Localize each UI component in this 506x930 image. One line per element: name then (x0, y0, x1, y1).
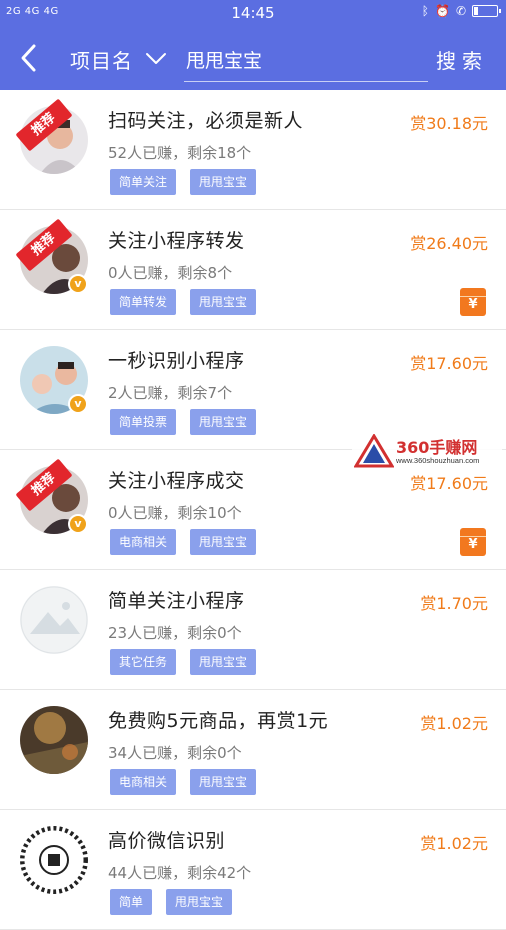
tag-publisher[interactable]: 甩甩宝宝 (166, 889, 233, 915)
task-stats: 0人已赚，剩余8个 (108, 264, 233, 282)
tag-category[interactable]: 简单转发 (110, 289, 177, 315)
avatar: v (20, 346, 88, 414)
task-tags: 电商相关 甩甩宝宝 (110, 769, 257, 795)
avatar (20, 826, 88, 894)
nav-bar: 项目名 搜索 (0, 28, 506, 90)
task-tags: 其它任务 甩甩宝宝 (110, 649, 257, 675)
task-item[interactable]: 免费购5元商品，再赏1元 赏1.02元 34人已赚，剩余0个 电商相关 甩甩宝宝 (0, 690, 506, 810)
task-stats: 2人已赚，剩余7个 (108, 384, 233, 402)
task-tags: 简单投票 甩甩宝宝 (110, 409, 257, 435)
task-reward: 赏17.60元 (410, 354, 488, 373)
task-stats: 44人已赚，剩余42个 (108, 864, 252, 882)
task-item[interactable]: 简单关注小程序 赏1.70元 23人已赚，剩余0个 其它任务 甩甩宝宝 (0, 570, 506, 690)
search-button[interactable]: 搜索 (436, 45, 488, 74)
tag-publisher[interactable]: 甩甩宝宝 (190, 769, 257, 795)
watermark-name: 360手赚网 (396, 438, 478, 457)
avatar (20, 706, 88, 774)
task-item[interactable]: 高价微信识别 赏1.02元 44人已赚，剩余42个 简单 甩甩宝宝 (0, 810, 506, 930)
status-icons: ᛒ ⏰ ✆ (421, 4, 501, 18)
watermark: 360手赚网 www.360shouzhuan.com (352, 432, 502, 470)
verified-badge: v (68, 514, 88, 534)
task-reward: 赏30.18元 (410, 114, 488, 133)
task-stats: 52人已赚，剩余18个 (108, 144, 252, 162)
bluetooth-icon: ᛒ (421, 4, 429, 18)
tag-publisher[interactable]: 甩甩宝宝 (190, 289, 257, 315)
task-tags: 电商相关 甩甩宝宝 (110, 529, 257, 555)
task-title: 关注小程序转发 (108, 230, 245, 252)
task-tags: 简单转发 甩甩宝宝 (110, 289, 257, 315)
task-reward: 赏1.70元 (420, 594, 488, 613)
task-tags: 简单 甩甩宝宝 (110, 889, 233, 915)
task-reward: 赏26.40元 (410, 234, 488, 253)
avatar: 推荐 (15, 98, 88, 174)
task-title: 免费购5元商品，再赏1元 (108, 710, 329, 732)
task-title: 高价微信识别 (108, 830, 226, 852)
tag-publisher[interactable]: 甩甩宝宝 (190, 409, 257, 435)
tag-category[interactable]: 简单投票 (110, 409, 177, 435)
task-stats: 23人已赚，剩余0个 (108, 624, 242, 642)
alarm-icon: ⏰ (434, 4, 450, 18)
task-item[interactable]: 推荐 v 关注小程序转发 赏26.40元 0人已赚，剩余8个 简单转发 甩甩宝宝… (0, 210, 506, 330)
tag-publisher[interactable]: 甩甩宝宝 (190, 529, 257, 555)
avatar: 推荐 v (15, 218, 88, 294)
watermark-logo-icon (354, 434, 394, 468)
tag-publisher[interactable]: 甩甩宝宝 (190, 649, 257, 675)
tag-category[interactable]: 简单 (110, 889, 153, 915)
tag-category[interactable]: 其它任务 (110, 649, 177, 675)
task-stats: 34人已赚，剩余0个 (108, 744, 242, 762)
task-stats: 0人已赚，剩余10个 (108, 504, 242, 522)
task-reward: 赏1.02元 (420, 834, 488, 853)
tag-category[interactable]: 电商相关 (110, 769, 177, 795)
verified-badge: v (68, 274, 88, 294)
task-reward: 赏17.60元 (410, 474, 488, 493)
volte-icon: ✆ (455, 4, 466, 18)
tag-publisher[interactable]: 甩甩宝宝 (190, 169, 257, 195)
watermark-url: www.360shouzhuan.com (396, 456, 480, 465)
status-bar: 2G 4G 4G 14:45 ᛒ ⏰ ✆ (0, 0, 506, 28)
back-icon[interactable] (14, 42, 46, 74)
task-title: 一秒识别小程序 (108, 350, 245, 372)
tag-category[interactable]: 简单关注 (110, 169, 177, 195)
task-list: 推荐 扫码关注，必须是新人 赏30.18元 52人已赚，剩余18个 简单关注 甩… (0, 90, 506, 930)
category-dropdown[interactable]: 项目名 (70, 45, 133, 74)
avatar (20, 586, 88, 654)
chevron-down-icon[interactable] (144, 46, 168, 70)
red-envelope-icon[interactable]: ¥ (460, 288, 486, 316)
task-tags: 简单关注 甩甩宝宝 (110, 169, 257, 195)
red-envelope-icon[interactable]: ¥ (460, 528, 486, 556)
task-title: 关注小程序成交 (108, 470, 245, 492)
task-item[interactable]: 推荐 扫码关注，必须是新人 赏30.18元 52人已赚，剩余18个 简单关注 甩… (0, 90, 506, 210)
avatar: 推荐 v (15, 458, 88, 534)
verified-badge: v (68, 394, 88, 414)
task-title: 扫码关注，必须是新人 (108, 110, 304, 132)
task-title: 简单关注小程序 (108, 590, 245, 612)
tag-category[interactable]: 电商相关 (110, 529, 177, 555)
task-reward: 赏1.02元 (420, 714, 488, 733)
search-input[interactable] (184, 38, 428, 82)
battery-icon (472, 5, 501, 17)
